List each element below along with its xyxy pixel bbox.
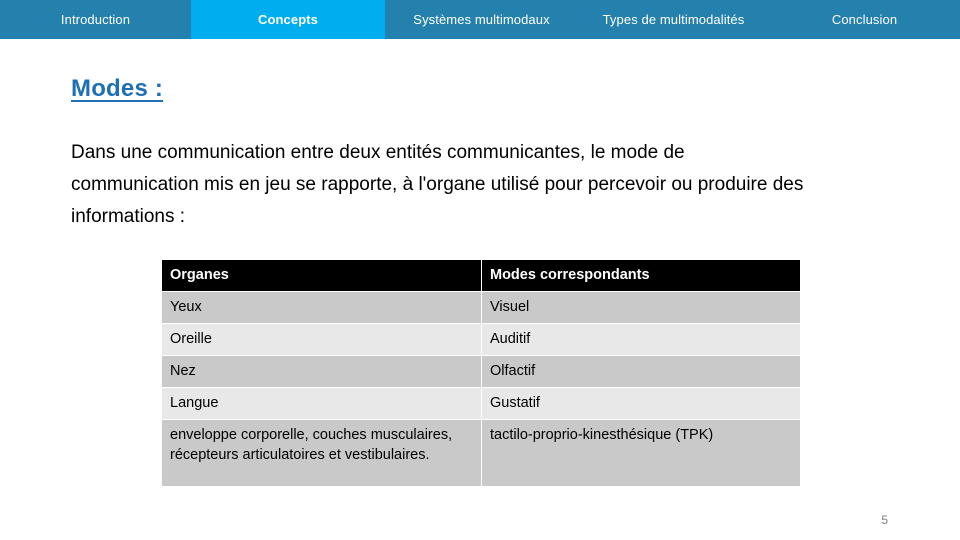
table-row: Nez Olfactif bbox=[162, 356, 800, 387]
table-row: enveloppe corporelle, couches musculaire… bbox=[162, 420, 800, 486]
table-cell-organe: Oreille bbox=[162, 324, 481, 355]
table-cell-mode: Olfactif bbox=[482, 356, 800, 387]
table-row: Yeux Visuel bbox=[162, 292, 800, 323]
table-row: Oreille Auditif bbox=[162, 324, 800, 355]
table-cell-organe: Yeux bbox=[162, 292, 481, 323]
nav-item-concepts[interactable]: Concepts bbox=[191, 0, 385, 39]
slide-content-area: Modes : Dans une communication entre deu… bbox=[0, 39, 960, 540]
nav-item-systemes-multimodaux[interactable]: Systèmes multimodaux bbox=[385, 0, 578, 39]
table-header-row: Organes Modes correspondants bbox=[162, 260, 800, 291]
nav-item-types-de-multimodalites[interactable]: Types de multimodalités bbox=[578, 0, 769, 39]
table-cell-mode: Auditif bbox=[482, 324, 800, 355]
body-paragraph: Dans une communication entre deux entité… bbox=[71, 142, 804, 227]
nav-item-introduction[interactable]: Introduction bbox=[0, 0, 191, 39]
page-title: Modes : bbox=[71, 75, 164, 102]
table-cell-organe: Nez bbox=[162, 356, 481, 387]
table-cell-mode: Gustatif bbox=[482, 388, 800, 419]
nav-item-conclusion[interactable]: Conclusion bbox=[769, 0, 960, 39]
table-row: Langue Gustatif bbox=[162, 388, 800, 419]
table-cell-mode: Visuel bbox=[482, 292, 800, 323]
table-header-organes: Organes bbox=[162, 260, 481, 291]
top-navigation-bar: Introduction Concepts Systèmes multimoda… bbox=[0, 0, 960, 39]
table-header-modes-correspondants: Modes correspondants bbox=[482, 260, 800, 291]
page-number: 5 bbox=[881, 513, 888, 527]
table-cell-mode: tactilo-proprio-kinesthésique (TPK) bbox=[482, 420, 800, 486]
modes-table: Organes Modes correspondants Yeux Visuel… bbox=[161, 259, 801, 487]
table-cell-organe: enveloppe corporelle, couches musculaire… bbox=[162, 420, 481, 486]
table-cell-organe: Langue bbox=[162, 388, 481, 419]
